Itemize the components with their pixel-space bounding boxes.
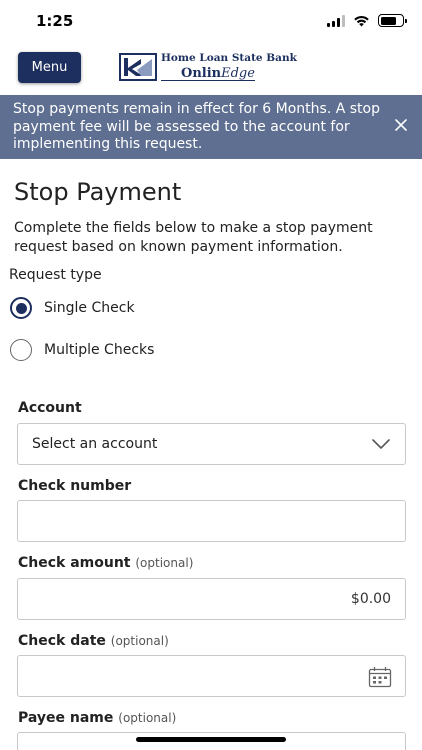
logo-bank-name: Home Loan State Bank [161, 52, 297, 65]
logo-product-name: OnlinEdge [161, 67, 255, 81]
check-number-input[interactable] [17, 500, 406, 542]
status-bar: 1:25 [0, 0, 422, 44]
status-time: 1:25 [36, 12, 74, 30]
optional-tag: (optional) [110, 634, 169, 648]
check-amount-input[interactable]: $0.00 [17, 578, 406, 620]
notice-banner-text: Stop payments remain in effect for 6 Mon… [13, 101, 380, 152]
page-title: Stop Payment [14, 178, 182, 206]
account-label: Account [18, 400, 82, 416]
bank-logo[interactable]: Home Loan State Bank OnlinEdge [119, 53, 297, 81]
menu-button[interactable]: Menu [18, 52, 81, 83]
bank-logo-icon [119, 53, 157, 81]
optional-tag: (optional) [135, 556, 194, 570]
radio-single-check-label: Single Check [44, 300, 135, 316]
payee-name-label: Payee name (optional) [18, 710, 177, 726]
battery-icon [378, 14, 407, 27]
chevron-down-icon [372, 439, 390, 450]
app-header: Menu Home Loan State Bank OnlinEdge [0, 44, 422, 96]
notice-banner: Stop payments remain in effect for 6 Mon… [0, 95, 422, 159]
wifi-icon [354, 15, 369, 26]
check-amount-value: $0.00 [350, 591, 391, 607]
cellular-signal-icon [327, 14, 345, 27]
check-amount-label: Check amount (optional) [18, 555, 194, 571]
calendar-icon[interactable] [368, 666, 392, 688]
intro-text: Complete the fields below to make a stop… [14, 220, 373, 255]
status-icons [327, 14, 407, 27]
account-select-value: Select an account [32, 436, 158, 452]
check-date-input[interactable] [17, 655, 406, 697]
request-type-label: Request type [9, 267, 102, 283]
account-select[interactable]: Select an account [17, 423, 406, 465]
optional-tag: (optional) [118, 711, 177, 725]
radio-single-check[interactable]: Single Check [10, 297, 135, 319]
home-indicator [136, 737, 286, 742]
radio-button-unselected[interactable] [10, 339, 32, 361]
radio-button-selected[interactable] [10, 297, 32, 319]
check-number-label: Check number [18, 478, 132, 494]
radio-multiple-checks[interactable]: Multiple Checks [10, 339, 154, 361]
close-icon[interactable] [393, 117, 409, 133]
radio-multiple-checks-label: Multiple Checks [44, 342, 155, 358]
check-date-label: Check date (optional) [18, 633, 169, 649]
